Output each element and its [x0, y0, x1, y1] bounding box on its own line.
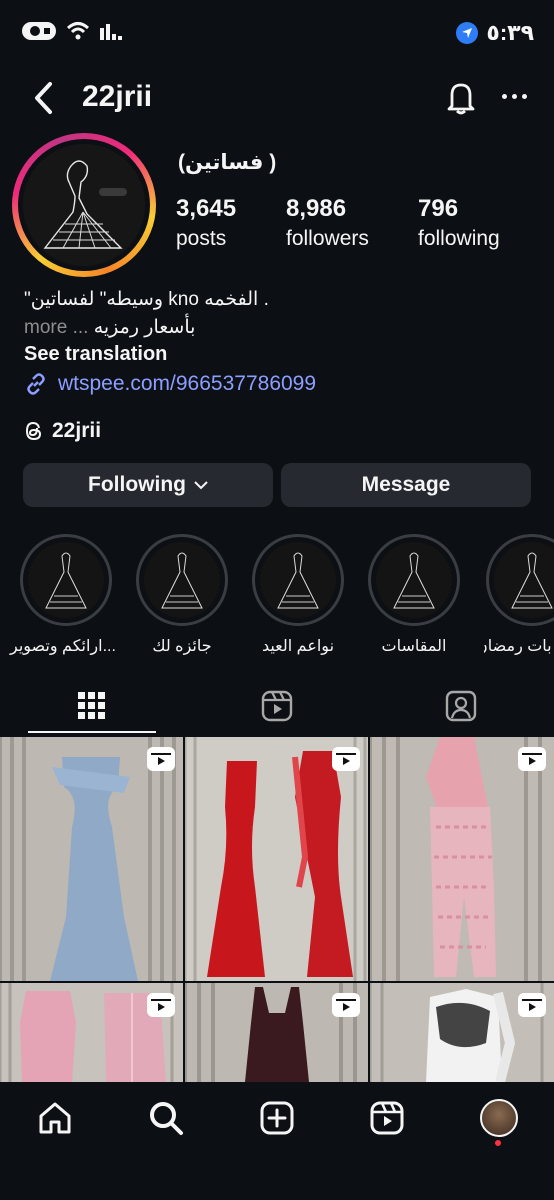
reel-badge-icon [147, 747, 175, 771]
display-name: (فساتين ) [178, 151, 277, 174]
nav-home[interactable] [35, 1098, 75, 1138]
followers-count: 8,986 [286, 195, 347, 222]
posts-label: posts [176, 227, 227, 250]
message-button[interactable]: Message [281, 463, 531, 507]
camera-icon [22, 22, 56, 40]
highlight-label: ارائكم وتصوير... [10, 638, 116, 655]
highlight-1[interactable]: ارائكم وتصوير... [10, 534, 116, 656]
posts-stat[interactable]: 3,645 posts [176, 195, 236, 251]
highlight-label: المقاسات [381, 638, 447, 655]
highlight-cover [260, 542, 336, 618]
tagged-icon [445, 690, 477, 722]
tab-tagged[interactable] [441, 686, 481, 726]
nav-search[interactable] [146, 1098, 186, 1138]
reel-badge-icon [518, 993, 546, 1017]
threads-handle: 22jrii [52, 419, 102, 442]
bell-icon [447, 83, 475, 115]
reel-badge-icon [332, 993, 360, 1017]
wifi-icon [66, 22, 90, 40]
profile-avatar [480, 1099, 518, 1137]
chevron-down-icon [194, 481, 208, 490]
highlight-cover [144, 542, 220, 618]
following-button[interactable]: Following [23, 463, 273, 507]
nav-reels[interactable] [367, 1098, 407, 1138]
home-icon [39, 1102, 71, 1134]
add-post-icon [260, 1101, 294, 1135]
see-translation-link[interactable]: See translation [24, 343, 167, 366]
header-username: 22jrii [82, 80, 153, 113]
highlight-cover [376, 542, 452, 618]
profile-avatar [23, 144, 145, 266]
reel-badge-icon [147, 993, 175, 1017]
following-stat[interactable]: 796 following [418, 195, 500, 251]
tab-reels[interactable] [257, 686, 297, 726]
highlight-label: بات رمضان [484, 638, 552, 655]
status-time: ٥:٣٩ [486, 20, 534, 45]
bio-more-link[interactable]: more [24, 317, 67, 338]
highlight-3[interactable]: نواعم العيد [252, 534, 344, 656]
link-icon [27, 373, 45, 395]
highlight-label: نواعم العيد [261, 638, 335, 655]
cellular-icon [100, 24, 122, 40]
message-button-label: Message [361, 473, 451, 496]
highlight-4[interactable]: المقاسات [368, 534, 460, 656]
highlight-2[interactable]: جائزه لك [136, 534, 228, 656]
highlight-label: جائزه لك [152, 638, 212, 655]
post-6[interactable] [370, 983, 554, 1082]
reels-icon [261, 690, 293, 722]
followers-label: followers [286, 227, 369, 250]
following-label: following [418, 227, 500, 250]
reels-icon [370, 1101, 404, 1135]
followers-stat[interactable]: 8,986 followers [286, 195, 369, 251]
bio-line-2-text: بأسعار رمزيه [93, 317, 196, 338]
reel-badge-icon [332, 747, 360, 771]
nav-create[interactable] [257, 1098, 297, 1138]
posts-count: 3,645 [176, 195, 237, 222]
bio-line-2: more ... بأسعار رمزيه [24, 317, 196, 338]
location-icon [456, 22, 479, 44]
highlight-cover [494, 542, 554, 618]
bio-line-1: "وسيطه" لفساتين kno الفخمه . [24, 289, 269, 310]
post-2[interactable] [185, 737, 368, 981]
back-icon [35, 82, 52, 114]
search-icon [150, 1102, 183, 1135]
nav-profile[interactable] [479, 1098, 519, 1138]
post-3[interactable] [370, 737, 554, 981]
bio-link[interactable]: wtspee.com/966537786099 [24, 372, 316, 396]
active-tab-indicator [28, 731, 156, 733]
following-count: 796 [418, 195, 459, 222]
status-bar-right: ٥:٣٩ [456, 20, 534, 46]
profile-avatar-ring[interactable] [12, 133, 156, 277]
post-4[interactable] [0, 983, 183, 1082]
reel-badge-icon [518, 747, 546, 771]
status-bar-left [22, 20, 122, 42]
post-1[interactable] [0, 737, 183, 981]
following-button-label: Following [88, 473, 186, 496]
post-5[interactable] [185, 983, 368, 1082]
threads-badge[interactable]: 22jrii [24, 419, 101, 443]
back-button[interactable] [30, 80, 58, 121]
more-icon[interactable] [502, 94, 527, 99]
notification-dot [495, 1140, 501, 1146]
grid-icon [78, 692, 105, 719]
threads-icon [25, 421, 42, 441]
bio-link-text: wtspee.com/966537786099 [58, 372, 317, 395]
tab-grid[interactable] [72, 686, 112, 726]
notifications-button[interactable] [444, 80, 478, 121]
highlight-5[interactable]: بات رمضان [484, 534, 554, 656]
highlight-cover [28, 542, 104, 618]
